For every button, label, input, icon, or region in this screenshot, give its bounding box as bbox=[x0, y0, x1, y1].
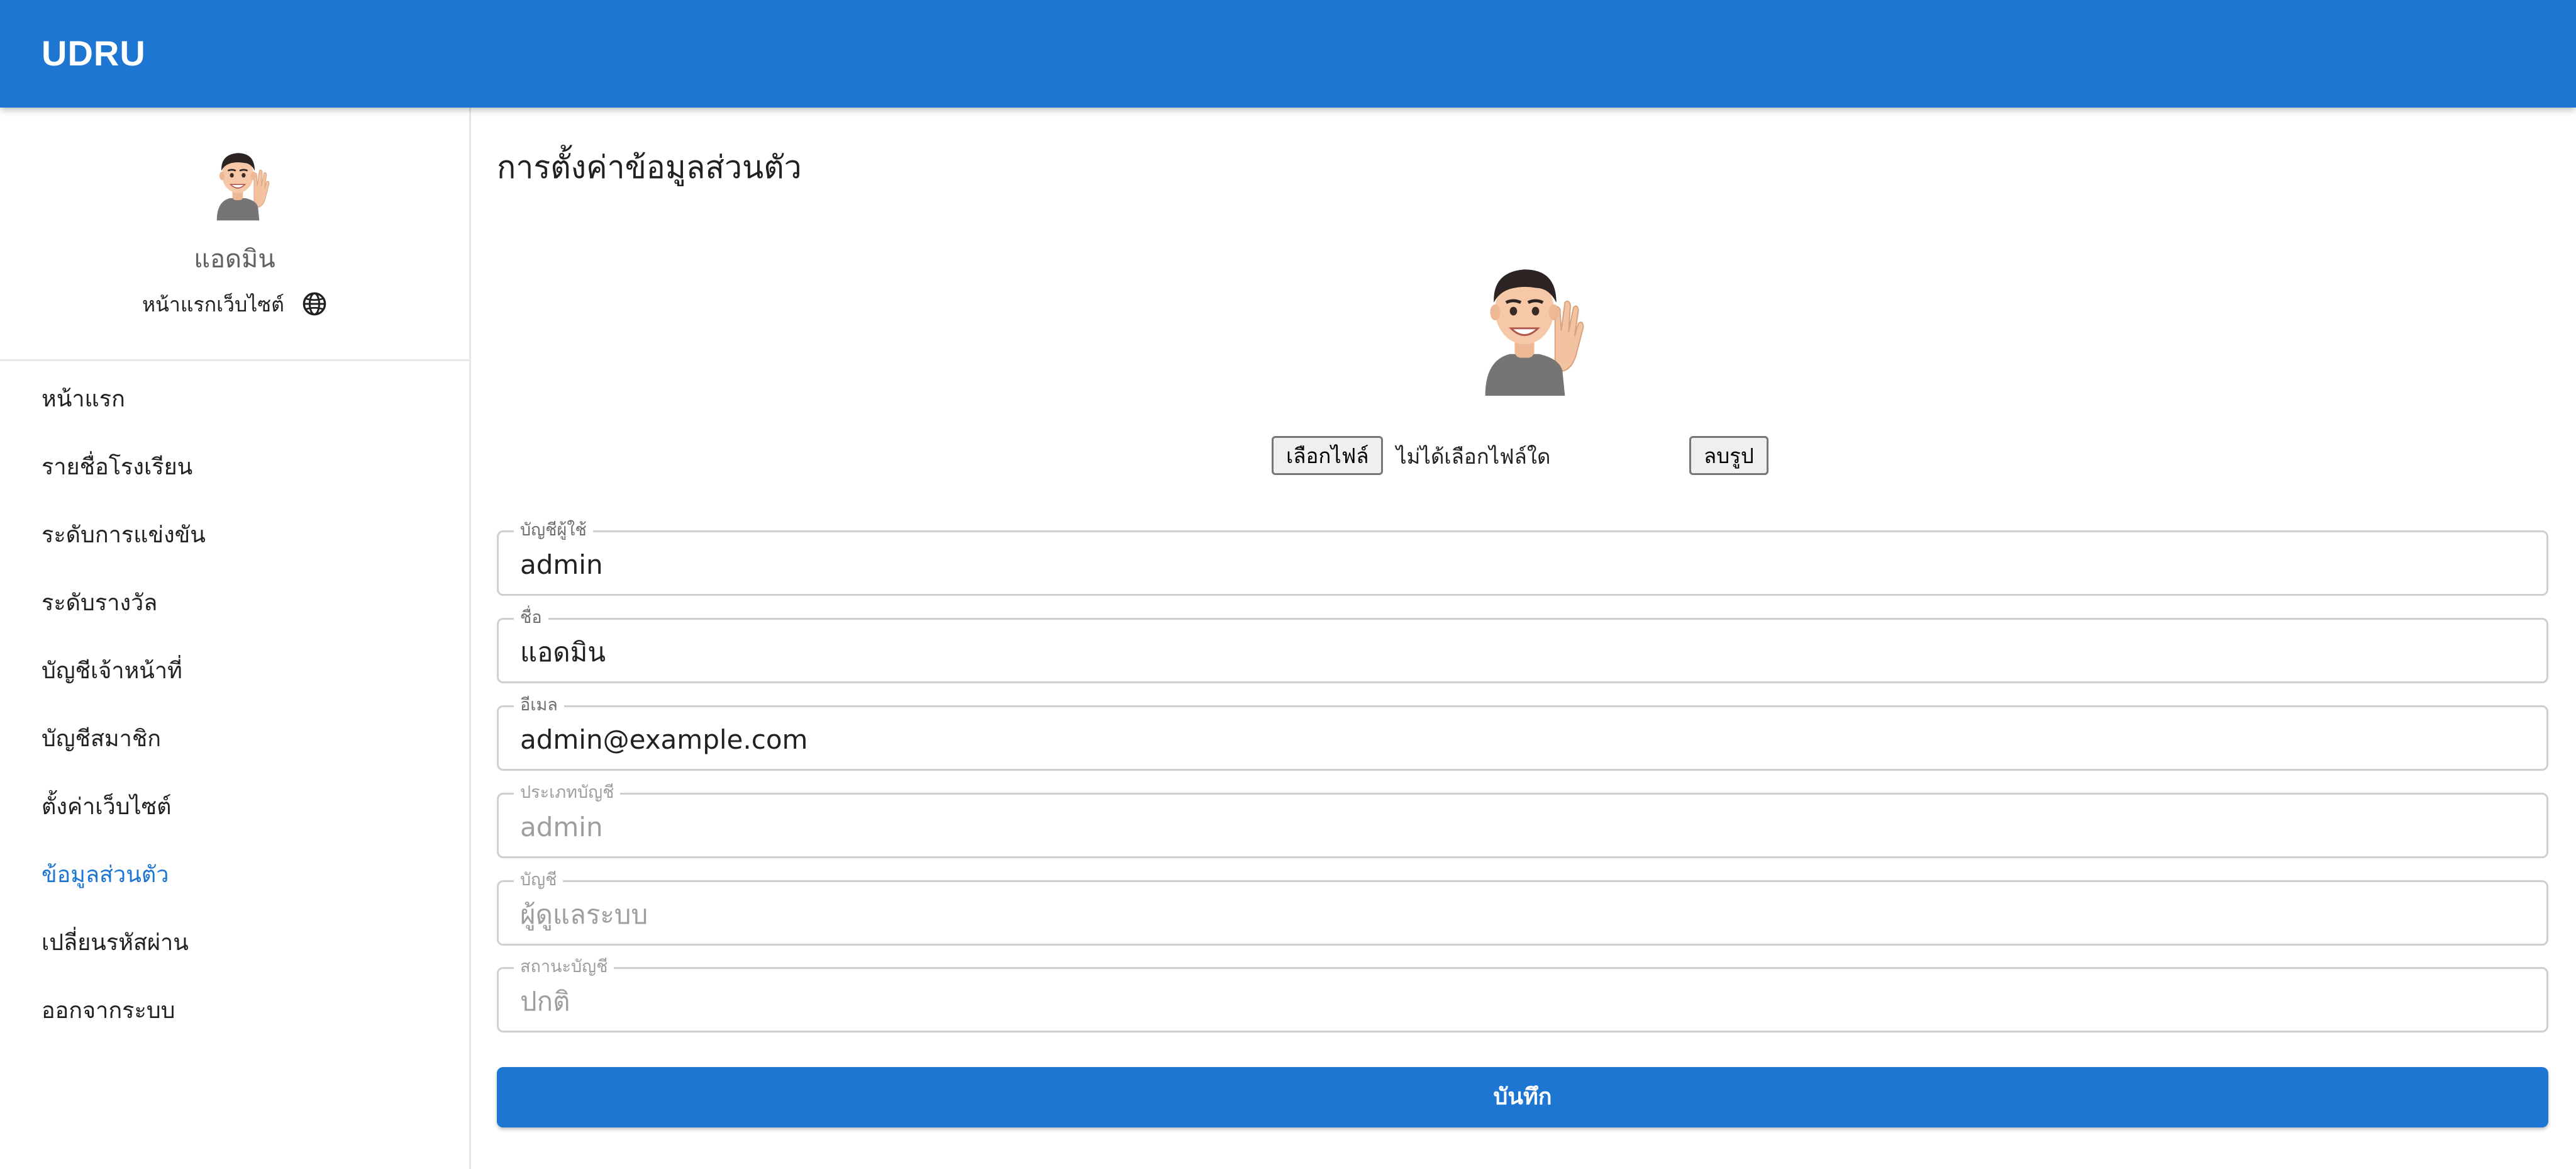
avatar bbox=[216, 153, 270, 221]
username-label: บัญชีผู้ใช้ bbox=[514, 520, 593, 541]
sidebar-item-schools[interactable]: รายชื่อโรงเรียน bbox=[0, 433, 469, 501]
sidebar-item-website-settings[interactable]: ตั้งค่าเว็บไซต์ bbox=[0, 773, 469, 841]
account-status-label: สถานะบัญชี bbox=[514, 956, 614, 978]
sidebar-item-staff-accounts[interactable]: บัญชีเจ้าหน้าที่ bbox=[0, 637, 469, 705]
account-value: ผู้ดูแลระบบ bbox=[520, 899, 648, 930]
app-bar: UDRU bbox=[0, 0, 2576, 108]
page-title: การตั้งค่าข้อมูลส่วนตัว bbox=[497, 149, 802, 186]
save-button[interactable]: บันทึก bbox=[497, 1067, 2548, 1127]
sidebar-item-profile[interactable]: ข้อมูลส่วนตัว bbox=[0, 841, 469, 909]
account-status-value: ปกติ bbox=[520, 986, 570, 1017]
website-home-link-label: หน้าแรกเว็บไซต์ bbox=[142, 293, 284, 316]
globe-icon bbox=[303, 292, 326, 316]
account-status-field: สถานะบัญชี ปกติ bbox=[497, 956, 2548, 1032]
sidebar: แอดมิน หน้าแรกเว็บไซต์ หน้าแรก รายชื่อโร… bbox=[0, 108, 471, 1169]
email-field[interactable]: อีเมล admin@example.com bbox=[497, 695, 2548, 771]
sidebar-item-member-accounts[interactable]: บัญชีสมาชิก bbox=[0, 705, 469, 773]
choose-file-button[interactable]: เลือกไฟล์ bbox=[1272, 436, 1384, 475]
name-field[interactable]: ชื่อ แอดมิน bbox=[497, 607, 2548, 683]
profile-avatar bbox=[1485, 269, 1584, 396]
avatar-upload-row: เลือกไฟล์ ไม่ได้เลือกไฟล์ใด ลบรูป bbox=[1272, 436, 1838, 478]
email-label: อีเมล bbox=[514, 695, 564, 716]
main-content: การตั้งค่าข้อมูลส่วนตัว เลือกไฟล์ ไม่ได้… bbox=[497, 108, 2548, 1169]
email-value[interactable]: admin@example.com bbox=[520, 722, 808, 758]
name-label: ชื่อ bbox=[514, 607, 548, 629]
account-type-label: ประเภทบัญชี bbox=[514, 782, 621, 803]
account-field: บัญชี ผู้ดูแลระบบ bbox=[497, 870, 2548, 946]
sidebar-item-home[interactable]: หน้าแรก bbox=[0, 366, 469, 433]
sidebar-item-award-levels[interactable]: ระดับรางวัล bbox=[0, 569, 469, 637]
name-value[interactable]: แอดมิน bbox=[520, 635, 606, 670]
file-status: ไม่ได้เลือกไฟล์ใด bbox=[1396, 444, 1551, 469]
username-field[interactable]: บัญชีผู้ใช้ admin bbox=[497, 520, 2548, 596]
remove-photo-button[interactable]: ลบรูป bbox=[1689, 436, 1768, 475]
sidebar-item-competition-levels[interactable]: ระดับการแข่งขัน bbox=[0, 501, 469, 569]
sidebar-menu: หน้าแรก รายชื่อโรงเรียน ระดับการแข่งขัน … bbox=[0, 366, 469, 1045]
username-value[interactable]: admin bbox=[520, 547, 603, 583]
account-type-field: ประเภทบัญชี admin bbox=[497, 782, 2548, 858]
account-type-value: admin bbox=[520, 812, 603, 842]
sidebar-item-logout[interactable]: ออกจากระบบ bbox=[0, 977, 469, 1045]
profile-name: แอดมิน bbox=[194, 245, 275, 274]
account-label: บัญชี bbox=[514, 870, 564, 891]
app-brand[interactable]: UDRU bbox=[42, 33, 146, 74]
website-home-link[interactable]: หน้าแรกเว็บไซต์ bbox=[0, 289, 469, 321]
sidebar-profile: แอดมิน หน้าแรกเว็บไซต์ bbox=[0, 108, 469, 361]
sidebar-item-change-password[interactable]: เปลี่ยนรหัสผ่าน bbox=[0, 909, 469, 977]
